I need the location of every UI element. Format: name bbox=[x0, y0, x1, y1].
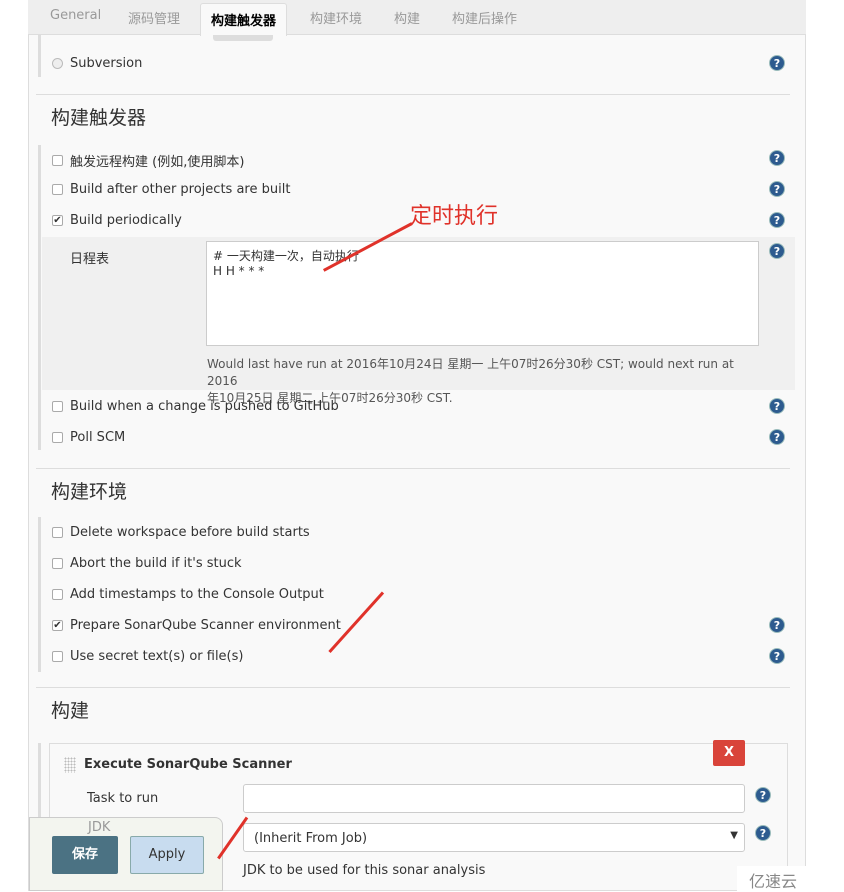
tab-bar: General 源码管理 构建触发器 构建环境 构建 构建后操作 bbox=[28, 0, 806, 36]
divider bbox=[36, 687, 790, 688]
checkbox-label: Prepare SonarQube Scanner environment bbox=[70, 618, 341, 633]
drag-handle-icon[interactable] bbox=[64, 757, 76, 773]
checkbox-checked-icon[interactable]: ✔ bbox=[52, 215, 63, 226]
checkbox-github[interactable]: Build when a change is pushed to GitHub bbox=[52, 399, 339, 414]
checkbox-timestamps[interactable]: Add timestamps to the Console Output bbox=[52, 587, 324, 602]
checkbox-label: Build when a change is pushed to GitHub bbox=[70, 399, 339, 414]
checkbox-icon[interactable] bbox=[52, 558, 63, 569]
info-line: Would last have run at 2016年10月24日 星期一 上… bbox=[207, 357, 734, 388]
help-icon[interactable]: ? bbox=[755, 787, 771, 803]
checkbox-icon[interactable] bbox=[52, 155, 63, 166]
tab-triggers[interactable]: 构建触发器 bbox=[200, 3, 288, 36]
schedule-textarea[interactable]: # 一天构建一次，自动执行 H H * * * bbox=[206, 241, 759, 346]
checkbox-delete-ws[interactable]: Delete workspace before build starts bbox=[52, 525, 310, 540]
help-icon[interactable]: ? bbox=[769, 212, 785, 228]
help-icon[interactable]: ? bbox=[769, 648, 785, 664]
divider bbox=[36, 94, 790, 95]
checkbox-poll-scm[interactable]: Poll SCM bbox=[52, 430, 125, 445]
tab-post-build[interactable]: 构建后操作 bbox=[452, 8, 517, 27]
section-bar bbox=[38, 145, 41, 450]
schedule-line: H H * * * bbox=[213, 264, 265, 278]
help-icon[interactable]: ? bbox=[769, 181, 785, 197]
delete-step-button[interactable]: X bbox=[713, 740, 745, 766]
help-icon[interactable]: ? bbox=[769, 55, 785, 71]
apply-button[interactable]: Apply bbox=[130, 836, 204, 874]
checkbox-remote[interactable]: 触发远程构建 (例如,使用脚本) bbox=[52, 151, 244, 170]
divider bbox=[36, 468, 790, 469]
checkbox-icon[interactable] bbox=[52, 589, 63, 600]
task-input[interactable] bbox=[243, 784, 745, 813]
checkbox-secret[interactable]: Use secret text(s) or file(s) bbox=[52, 649, 243, 664]
task-label: Task to run bbox=[87, 791, 159, 806]
help-icon[interactable]: ? bbox=[769, 150, 785, 166]
jdk-help-text: JDK to be used for this sonar analysis bbox=[243, 863, 486, 878]
tab-env[interactable]: 构建环境 bbox=[310, 8, 362, 27]
section-bar bbox=[38, 35, 41, 77]
checkbox-sonar-env[interactable]: ✔ Prepare SonarQube Scanner environment bbox=[52, 618, 341, 633]
checkbox-icon[interactable] bbox=[52, 184, 63, 195]
help-icon[interactable]: ? bbox=[755, 825, 771, 841]
tab-build[interactable]: 构建 bbox=[394, 8, 420, 27]
step-title: Execute SonarQube Scanner bbox=[84, 757, 292, 772]
checkbox-abort[interactable]: Abort the build if it's stuck bbox=[52, 556, 242, 571]
radio-icon[interactable] bbox=[52, 58, 63, 69]
checkbox-label: Build periodically bbox=[70, 213, 182, 228]
help-icon[interactable]: ? bbox=[769, 243, 785, 259]
checkbox-label: Poll SCM bbox=[70, 430, 126, 445]
jdk-select-value: (Inherit From Job) bbox=[254, 831, 368, 846]
checkbox-after-other[interactable]: Build after other projects are built bbox=[52, 182, 290, 197]
jdk-label: JDK bbox=[88, 820, 111, 835]
schedule-label: 日程表 bbox=[70, 252, 110, 267]
section-title-env: 构建环境 bbox=[51, 481, 128, 503]
radio-label: Subversion bbox=[70, 56, 143, 71]
checkbox-periodically[interactable]: ✔ Build periodically bbox=[52, 213, 182, 228]
checkbox-label: Delete workspace before build starts bbox=[70, 525, 310, 540]
help-icon[interactable]: ? bbox=[769, 429, 785, 445]
scroll-remnant bbox=[213, 35, 273, 41]
schedule-line: # 一天构建一次，自动执行 bbox=[213, 249, 359, 263]
tab-general[interactable]: General bbox=[50, 8, 101, 23]
dropdown-arrow-icon: ▼ bbox=[730, 830, 738, 841]
checkbox-icon[interactable] bbox=[52, 401, 63, 412]
checkbox-checked-icon[interactable]: ✔ bbox=[52, 620, 63, 631]
tab-scm[interactable]: 源码管理 bbox=[128, 8, 180, 27]
section-title-build: 构建 bbox=[51, 700, 90, 722]
checkbox-icon[interactable] bbox=[52, 527, 63, 538]
annotation-text: 定时执行 bbox=[410, 204, 499, 229]
checkbox-label: Abort the build if it's stuck bbox=[70, 556, 242, 571]
help-icon[interactable]: ? bbox=[769, 617, 785, 633]
watermark-logo: 亿速云 bbox=[737, 866, 844, 891]
section-title-triggers: 构建触发器 bbox=[51, 107, 147, 129]
checkbox-icon[interactable] bbox=[52, 432, 63, 443]
checkbox-label: Build after other projects are built bbox=[70, 182, 291, 197]
checkbox-label: 触发远程构建 (例如,使用脚本) bbox=[70, 155, 245, 170]
section-bar bbox=[38, 517, 41, 672]
checkbox-icon[interactable] bbox=[52, 651, 63, 662]
help-icon[interactable]: ? bbox=[769, 398, 785, 414]
jdk-select[interactable]: (Inherit From Job) ▼ bbox=[243, 823, 745, 852]
checkbox-label: Add timestamps to the Console Output bbox=[70, 587, 324, 602]
radio-subversion[interactable]: Subversion bbox=[52, 56, 142, 71]
checkbox-label: Use secret text(s) or file(s) bbox=[70, 649, 244, 664]
save-button[interactable]: 保存 bbox=[52, 836, 118, 874]
